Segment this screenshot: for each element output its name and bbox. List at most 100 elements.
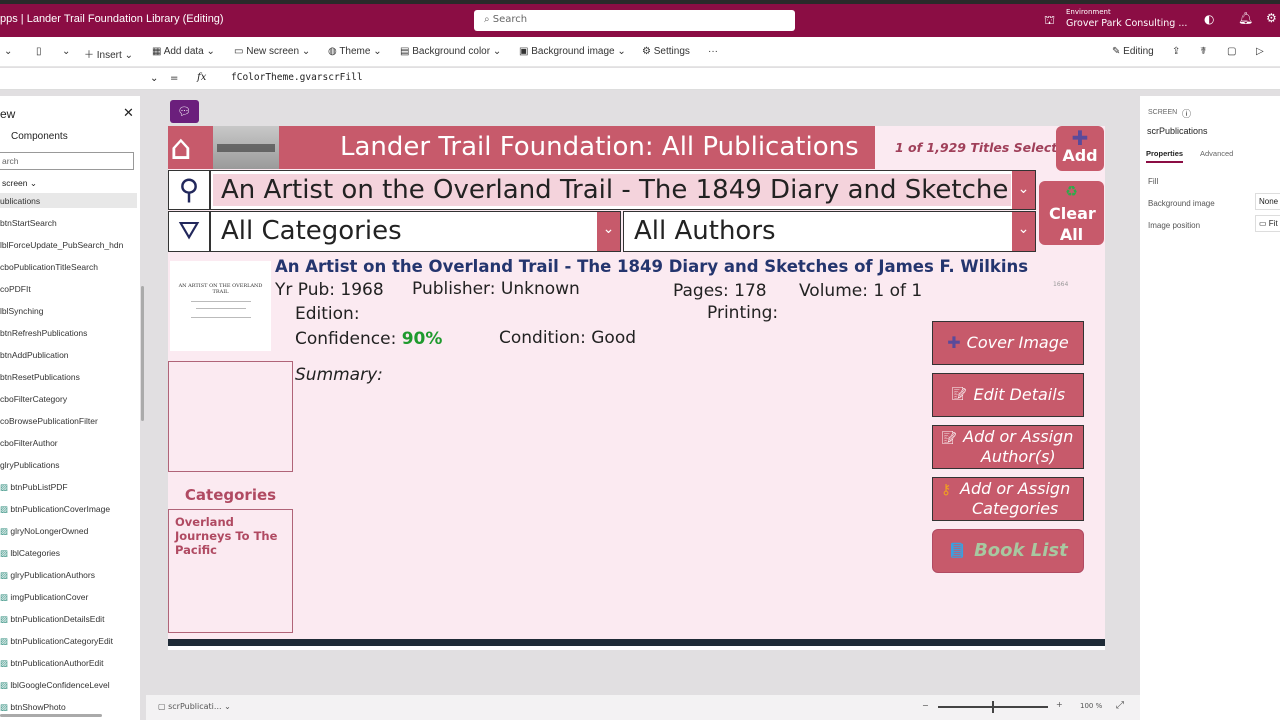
tree-item[interactable]: btnStartSearch xyxy=(0,218,57,228)
chevron-down-icon[interactable]: ⌄ xyxy=(1012,212,1035,251)
add-button[interactable]: ✚ Add xyxy=(1056,126,1104,171)
book-list-button[interactable]: 📘︎ Book List xyxy=(932,529,1084,573)
tree-item[interactable]: cboFilterCategory xyxy=(0,394,67,404)
publisher: Publisher: Unknown xyxy=(412,279,580,299)
clear-all-button[interactable]: ♻ Clear All xyxy=(1039,181,1104,245)
tree-child-item[interactable]: ▨ btnPublicationCoverImage xyxy=(0,504,110,515)
theme-button[interactable]: ◍ Theme ⌄ xyxy=(328,46,382,57)
chevron-down-icon[interactable]: ⌄ xyxy=(62,46,70,57)
category-item[interactable]: Overland Journeys To The Pacific xyxy=(175,515,277,557)
zoom-out-button[interactable]: − xyxy=(922,701,929,710)
image-position-select[interactable]: ▭ Fit xyxy=(1255,215,1280,232)
chevron-down-icon[interactable]: ⌄ xyxy=(597,212,620,251)
edit-details-button[interactable]: 📝︎ Edit Details xyxy=(932,373,1084,417)
tree-child-item[interactable]: ▨ glryNoLongerOwned xyxy=(0,526,88,537)
comment-badge-icon[interactable]: 💬︎ xyxy=(170,100,199,123)
insert-button[interactable]: ＋ Insert ⌄ xyxy=(84,46,133,61)
tree-item[interactable]: btnRefreshPublications xyxy=(0,328,87,338)
tree-child-item[interactable]: ▨ btnPublicationCategoryEdit xyxy=(0,636,113,647)
editing-button[interactable]: ✎ Editing xyxy=(1112,46,1154,57)
app-title: pps | Lander Trail Foundation Library (E… xyxy=(0,13,224,25)
help-icon[interactable]: ⓘ xyxy=(1182,107,1191,120)
background-image-button[interactable]: ▣ Background image ⌄ xyxy=(519,46,626,57)
edit-icon: 📝︎ xyxy=(950,387,968,402)
tree-child-item[interactable]: ▨ btnPubListPDF xyxy=(0,482,68,493)
more-button[interactable]: ··· xyxy=(708,46,718,57)
screen-filter[interactable]: screen ⌄ xyxy=(2,178,37,189)
tree-search-input[interactable]: arch xyxy=(0,152,134,170)
categories-label: Categories xyxy=(184,486,277,504)
app-checker-icon[interactable]: ☤ xyxy=(1200,46,1207,57)
tree-child-item[interactable]: ▨ imgPublicationCover xyxy=(0,592,88,603)
fx-icon[interactable]: fx xyxy=(197,72,206,83)
tree-item[interactable]: lblForceUpdate_PubSearch_hdn xyxy=(0,240,123,250)
search-icon[interactable]: ⚲ xyxy=(168,170,210,210)
paste-icon[interactable]: ▯ xyxy=(36,46,42,57)
tree-child-item[interactable]: ▨ lblGoogleConfidenceLevel xyxy=(0,680,110,691)
book-title: An Artist on the Overland Trail - The 18… xyxy=(275,257,1029,276)
category-filter-dropdown[interactable]: All Categories ⌄ xyxy=(210,211,621,252)
tree-child-item[interactable]: ▨ lblCategories xyxy=(0,548,60,559)
tree-item[interactable]: cboFilterAuthor xyxy=(0,438,58,448)
control-icon: ▨ xyxy=(0,570,9,580)
tree-item[interactable]: glryPublications xyxy=(0,460,60,470)
cover-image[interactable]: AN ARTIST ON THE OVERLAND TRAIL xyxy=(170,261,271,351)
panel-title: ew xyxy=(0,107,16,121)
copilot-icon[interactable]: ◐ xyxy=(1204,12,1214,26)
add-data-button[interactable]: ▦ Add data ⌄ xyxy=(152,46,215,57)
chevron-down-icon[interactable]: ⌄ xyxy=(1012,171,1035,209)
environment-name[interactable]: Grover Park Consulting ... xyxy=(1066,18,1187,29)
zoom-slider[interactable] xyxy=(938,701,1048,713)
tree-item[interactable]: cboPublicationTitleSearch xyxy=(0,262,98,272)
close-icon[interactable]: ✕ xyxy=(123,105,134,121)
command-bar: ⌄ ▯ ⌄ ＋ Insert ⌄ ▦ Add data ⌄ ▭ New scre… xyxy=(0,37,1280,67)
tree-item[interactable]: btnResetPublications xyxy=(0,372,80,382)
gear-icon[interactable]: ⚙ xyxy=(1266,11,1277,25)
tree-item[interactable]: lblSynching xyxy=(0,306,43,316)
tab-properties[interactable]: Properties xyxy=(1146,149,1184,163)
new-screen-button[interactable]: ▭ New screen ⌄ xyxy=(234,46,310,57)
home-icon[interactable]: ⌂ xyxy=(170,130,192,166)
tree-child-item[interactable]: ▨ btnPublicationAuthorEdit xyxy=(0,658,104,669)
cover-image-button[interactable]: ✚ Cover Image xyxy=(932,321,1084,365)
tab-advanced[interactable]: Advanced xyxy=(1200,149,1233,158)
fit-to-window-icon[interactable]: ⤢ xyxy=(1116,700,1124,711)
share-icon[interactable]: ⇪ xyxy=(1172,46,1180,57)
background-image-select[interactable]: None xyxy=(1255,193,1280,210)
tree-child-item[interactable]: ▨ btnShowPhoto xyxy=(0,702,66,713)
background-color-button[interactable]: ▤ Background color ⌄ xyxy=(400,46,501,57)
tree-child-item[interactable]: ▨ btnPublicationDetailsEdit xyxy=(0,614,104,625)
recycle-icon: ♻ xyxy=(1065,184,1078,200)
assign-categories-button[interactable]: ⚷ Add or Assign Categories xyxy=(932,477,1084,521)
property-dropdown-chevron[interactable]: ⌄ xyxy=(150,73,158,84)
tree-item[interactable]: coPDFIt xyxy=(0,284,31,294)
assign-authors-button[interactable]: 📝︎ Add or Assign Author(s) xyxy=(932,425,1084,469)
tree-item[interactable]: ublications xyxy=(0,196,40,206)
tree-child-item[interactable]: ▨ glryPublicationAuthors xyxy=(0,570,95,581)
author-filter-dropdown[interactable]: All Authors ⌄ xyxy=(623,211,1036,252)
selected-count: 1 of 1,929 Titles Selected xyxy=(895,140,1075,155)
formula-input[interactable]: fColorTheme.gvarscrFill xyxy=(231,72,363,83)
background-image-label: Background image xyxy=(1148,199,1215,208)
bell-icon[interactable]: 🔔︎ xyxy=(1238,11,1253,25)
tree-item[interactable]: btnAddPublication xyxy=(0,350,69,360)
tree-scrollbar[interactable] xyxy=(141,286,144,421)
settings-button[interactable]: ⚙ Settings xyxy=(642,46,690,57)
tab-components[interactable]: Components xyxy=(11,131,68,142)
screen-selector[interactable]: ▢ scrPublicati... ⌄ xyxy=(158,702,231,711)
title-search-combobox[interactable]: An Artist on the Overland Trail - The 18… xyxy=(210,170,1036,210)
global-search[interactable]: ⌕ Search xyxy=(474,10,795,31)
play-icon[interactable]: ▷ xyxy=(1256,46,1264,57)
edition: Edition: xyxy=(295,304,360,324)
control-icon: ▨ xyxy=(0,482,9,492)
zoom-in-button[interactable]: + xyxy=(1056,700,1063,709)
header-title: Lander Trail Foundation: All Publication… xyxy=(340,132,859,162)
publication-id: 1664 xyxy=(1053,281,1069,288)
undo-chevron-icon[interactable]: ⌄ xyxy=(4,46,12,57)
edit-icon: 📝︎ xyxy=(941,431,958,446)
comment-icon[interactable]: ▢ xyxy=(1227,46,1236,57)
tree-hscrollbar[interactable] xyxy=(0,714,102,717)
tree-item[interactable]: coBrowsePublicationFilter xyxy=(0,416,98,426)
plus-icon: ✚ xyxy=(1071,126,1089,150)
plus-icon: ✚ xyxy=(947,333,961,352)
